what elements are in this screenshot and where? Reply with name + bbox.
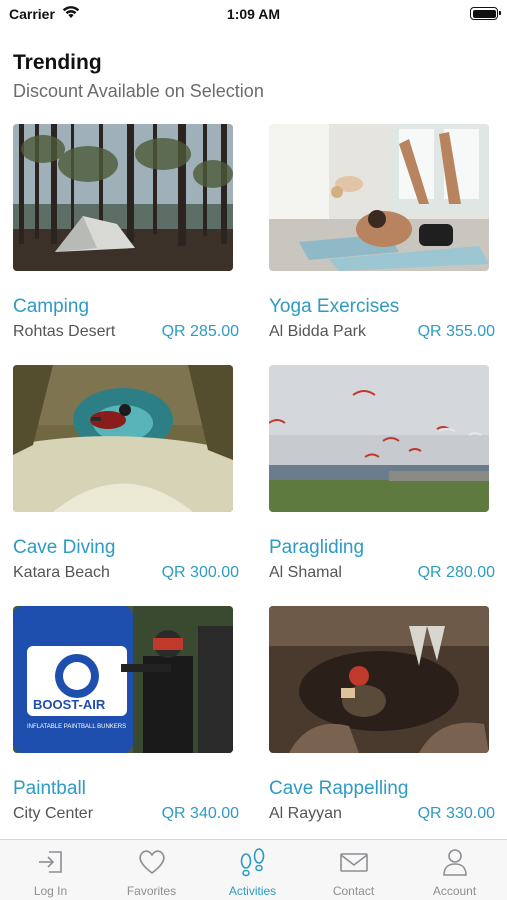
cave-diving-photo[interactable]: [13, 365, 233, 512]
paragliding-photo[interactable]: [269, 365, 489, 512]
heart-icon: [139, 850, 165, 875]
activity-title[interactable]: Cave Diving: [13, 537, 115, 559]
activity-title[interactable]: Yoga Exercises: [269, 296, 399, 318]
tab-bar: Log In Favorites Activities Contact Acco…: [0, 839, 507, 900]
cave-rappelling-photo[interactable]: [269, 606, 489, 753]
tab-label: Log In: [33, 884, 68, 898]
activity-location: Al Shamal: [269, 564, 342, 581]
page-subtitle: Discount Available on Selection: [13, 81, 264, 101]
activity-title[interactable]: Paragliding: [269, 537, 364, 559]
paintball-photo[interactable]: BOOST-AIR INFLATABLE PAINTBALL BUNKERS: [13, 606, 233, 753]
status-time: 1:09 AM: [226, 6, 281, 22]
activity-location: Rohtas Desert: [13, 323, 116, 340]
activity-price: QR 280.00: [417, 564, 495, 581]
tab-label: Activities: [228, 884, 277, 898]
tab-label: Favorites: [126, 884, 177, 898]
activity-location: City Center: [13, 805, 94, 822]
activity-location: Al Rayyan: [269, 805, 342, 822]
activity-title[interactable]: Camping: [13, 296, 89, 318]
paintball-brand-text: BOOST-AIR: [33, 697, 106, 712]
activity-price: QR 330.00: [417, 805, 495, 822]
activity-location: Katara Beach: [13, 564, 110, 581]
paintball-tagline-text: INFLATABLE PAINTBALL BUNKERS: [27, 724, 126, 730]
footprints-icon: [240, 848, 265, 877]
page-title: Trending: [13, 51, 102, 74]
yoga-photo[interactable]: [269, 124, 489, 271]
activity-location: Al Bidda Park: [269, 323, 366, 340]
activity-price: QR 285.00: [161, 323, 239, 340]
tab-account[interactable]: Account: [404, 840, 505, 900]
camping-photo[interactable]: [13, 124, 233, 271]
tab-activities[interactable]: Activities: [202, 840, 303, 900]
tab-contact[interactable]: Contact: [303, 840, 404, 900]
activity-price: QR 355.00: [417, 323, 495, 340]
activity-title[interactable]: Paintball: [13, 778, 86, 800]
login-icon: [39, 851, 62, 873]
tab-log-in[interactable]: Log In: [0, 840, 101, 900]
person-icon: [443, 849, 467, 876]
tab-label: Contact: [332, 884, 375, 898]
battery-icon: [470, 7, 501, 20]
tab-favorites[interactable]: Favorites: [101, 840, 202, 900]
activity-title[interactable]: Cave Rappelling: [269, 778, 408, 800]
tab-label: Account: [432, 884, 477, 898]
envelope-icon: [340, 853, 368, 872]
activity-price: QR 300.00: [161, 564, 239, 581]
status-bar: Carrier 1:09 AM: [0, 0, 507, 30]
activity-price: QR 340.00: [161, 805, 239, 822]
